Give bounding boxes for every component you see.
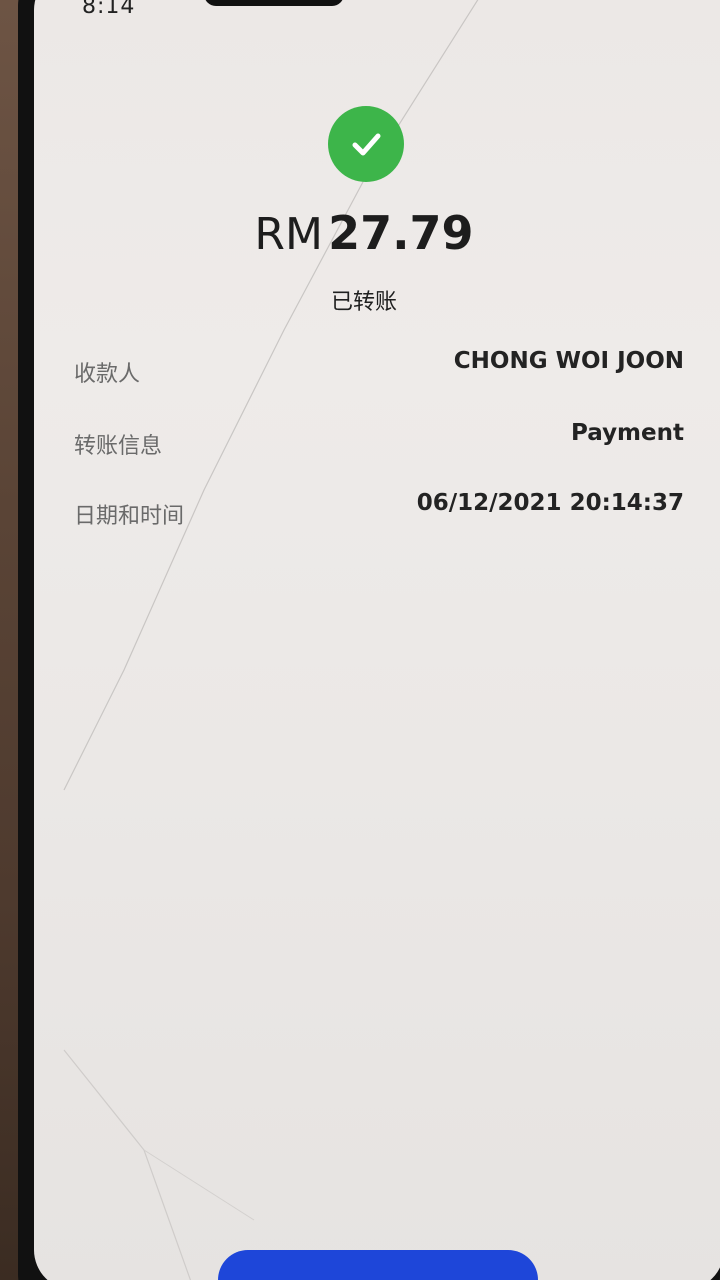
amount-value: 27.79 [328,206,474,260]
check-icon [328,106,404,182]
detail-label: 日期和时间 [74,504,185,529]
detail-row-reference: 转账信息 Payment [74,420,684,460]
photo-background: 8:14 RM 27.79 已转账 收款人 CHONG WOI JOON 转账信… [0,0,720,1280]
detail-value: 06/12/2021 20:14:37 [416,490,684,516]
phone-screen: 8:14 RM 27.79 已转账 收款人 CHONG WOI JOON 转账信… [34,0,720,1280]
detail-label: 收款人 [74,362,141,387]
camera-notch [204,0,344,6]
transfer-amount: RM 27.79 [34,206,694,260]
detail-row-datetime: 日期和时间 06/12/2021 20:14:37 [74,490,684,530]
detail-value: Payment [571,420,684,446]
detail-value: CHONG WOI JOON [453,348,684,374]
status-bar-time: 8:14 [82,0,136,19]
detail-row-recipient: 收款人 CHONG WOI JOON [74,348,684,388]
currency-label: RM [254,209,323,260]
primary-button[interactable] [218,1250,538,1280]
detail-label: 转账信息 [74,434,163,459]
screen-crack [63,0,479,1280]
transfer-status: 已转账 [330,290,397,315]
